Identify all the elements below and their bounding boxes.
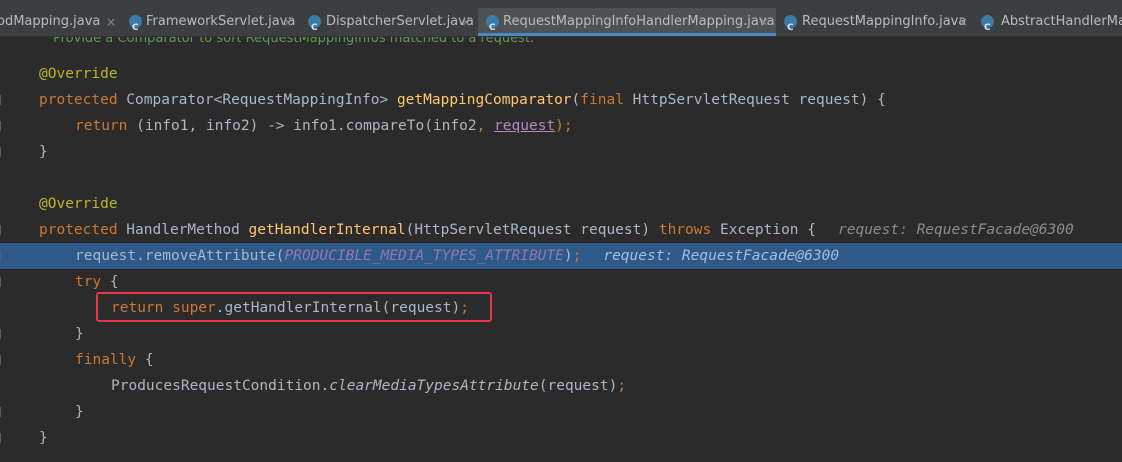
tab-label: DispatcherServlet.java: [326, 14, 474, 29]
code-editor[interactable]: Provide a Comparator to sort RequestMapp…: [0, 37, 1122, 462]
doc-comment-text: Provide a Comparator to sort RequestMapp…: [53, 37, 535, 46]
code-text: HandlerMethod: [117, 222, 249, 238]
tab-odmapping[interactable]: odMapping.java ×: [0, 8, 122, 36]
code-line: finally {: [0, 347, 1122, 373]
tab-label: AbstractHandlerMap: [1001, 14, 1122, 29]
doc-comment: Provide a Comparator to sort RequestMapp…: [0, 37, 1122, 49]
tab-frameworkservlet[interactable]: FrameworkServlet.java ×: [122, 8, 300, 36]
code-text: }: [39, 430, 48, 446]
debug-inline-hint: request: RequestFacade@6300: [838, 222, 1074, 238]
code-text: (HttpServletRequest request): [405, 222, 659, 238]
top-toolbar-strip: [0, 0, 1122, 8]
tab-dispatcherservlet[interactable]: DispatcherServlet.java ×: [300, 8, 478, 36]
semicolon: ;: [572, 248, 582, 264]
constant: PRODUCIBLE_MEDIA_TYPES_ATTRIBUTE: [284, 248, 564, 264]
keyword: return: [75, 118, 128, 134]
keyword: final: [580, 92, 624, 108]
fold-marker[interactable]: [0, 147, 4, 157]
annotation: @Override: [39, 66, 118, 82]
method-name: getMappingComparator: [396, 92, 572, 108]
keyword: throws: [658, 222, 712, 238]
fold-marker[interactable]: [0, 121, 4, 131]
code-line: @Override: [0, 191, 1122, 217]
keyword: protected: [39, 222, 118, 238]
code-text: }: [75, 404, 84, 420]
code-text: }: [39, 144, 48, 160]
code-text: {: [101, 274, 119, 290]
execution-point-line: request.removeAttribute(PRODUCIBLE_MEDIA…: [0, 243, 1122, 269]
fold-marker[interactable]: [0, 407, 4, 417]
code-line: @Override: [0, 61, 1122, 87]
fold-marker[interactable]: [0, 225, 4, 235]
highlight-callout-box: [96, 292, 492, 322]
class-icon: [129, 14, 142, 36]
tab-requestmappinginfo[interactable]: RequestMappingInfo.java ×: [776, 8, 974, 36]
close-icon[interactable]: ×: [958, 8, 968, 36]
close-icon[interactable]: ×: [759, 8, 769, 36]
tab-label: RequestMappingInfoHandlerMapping.java: [503, 14, 775, 29]
tab-label: FrameworkServlet.java: [146, 14, 296, 29]
code-line: ProducesRequestCondition.clearMediaTypes…: [0, 373, 1122, 399]
fold-marker[interactable]: [0, 355, 4, 365]
tab-abstracthandlermap[interactable]: AbstractHandlerMap: [974, 8, 1122, 36]
code-text: Comparator<RequestMappingInfo>: [117, 92, 397, 108]
code-line: }: [0, 139, 1122, 165]
code-line: }: [0, 399, 1122, 425]
close-icon[interactable]: ×: [283, 8, 293, 36]
code-line: return (info1, info2) -> info1.compareTo…: [0, 113, 1122, 139]
static-method: clearMediaTypesAttribute: [329, 378, 539, 394]
code-text: (request): [538, 378, 618, 394]
code-text: HttpServletRequest request) {: [623, 92, 886, 108]
class-icon: [784, 14, 797, 36]
code-text: (info1, info2) -> info1.compareTo(info2: [127, 118, 477, 134]
fold-marker[interactable]: [0, 251, 4, 261]
code-text: (: [571, 92, 581, 108]
code-text: request.removeAttribute(: [75, 248, 285, 264]
code-text: Exception {: [711, 222, 816, 238]
editor-tab-bar: odMapping.java × FrameworkServlet.java ×…: [0, 8, 1122, 37]
code-line: }: [0, 425, 1122, 451]
parameter-ref[interactable]: request: [494, 118, 555, 134]
code-line: }: [0, 321, 1122, 347]
fold-marker[interactable]: [0, 329, 4, 339]
keyword: finally: [75, 352, 137, 368]
method-name: getHandlerInternal: [248, 222, 406, 238]
code-text: }: [75, 326, 84, 342]
close-icon[interactable]: ×: [461, 8, 471, 36]
tab-label: odMapping.java: [0, 14, 101, 29]
keyword: try: [75, 274, 102, 290]
keyword: protected: [39, 92, 118, 108]
fold-marker[interactable]: [0, 277, 4, 287]
code-text: ProducesRequestCondition.: [111, 378, 330, 394]
code-line: protected Comparator<RequestMappingInfo>…: [0, 87, 1122, 113]
semicolon: ;: [617, 378, 627, 394]
fold-marker[interactable]: [0, 95, 4, 105]
fold-marker[interactable]: [0, 433, 4, 443]
tab-requestmappinginfohandlermapping[interactable]: RequestMappingInfoHandlerMapping.java ×: [478, 8, 776, 36]
tab-label: RequestMappingInfo.java: [802, 14, 967, 29]
code-text: {: [136, 352, 154, 368]
annotation: @Override: [39, 196, 118, 212]
class-icon: [308, 14, 321, 36]
class-icon: [486, 14, 499, 36]
class-icon: [981, 14, 994, 36]
code-text: ): [563, 248, 573, 264]
code-line: protected HandlerMethod getHandlerIntern…: [0, 217, 1122, 243]
semicolon: );: [555, 118, 573, 134]
debug-inline-hint: request: RequestFacade@6300: [603, 248, 840, 264]
close-icon[interactable]: ×: [106, 8, 116, 36]
